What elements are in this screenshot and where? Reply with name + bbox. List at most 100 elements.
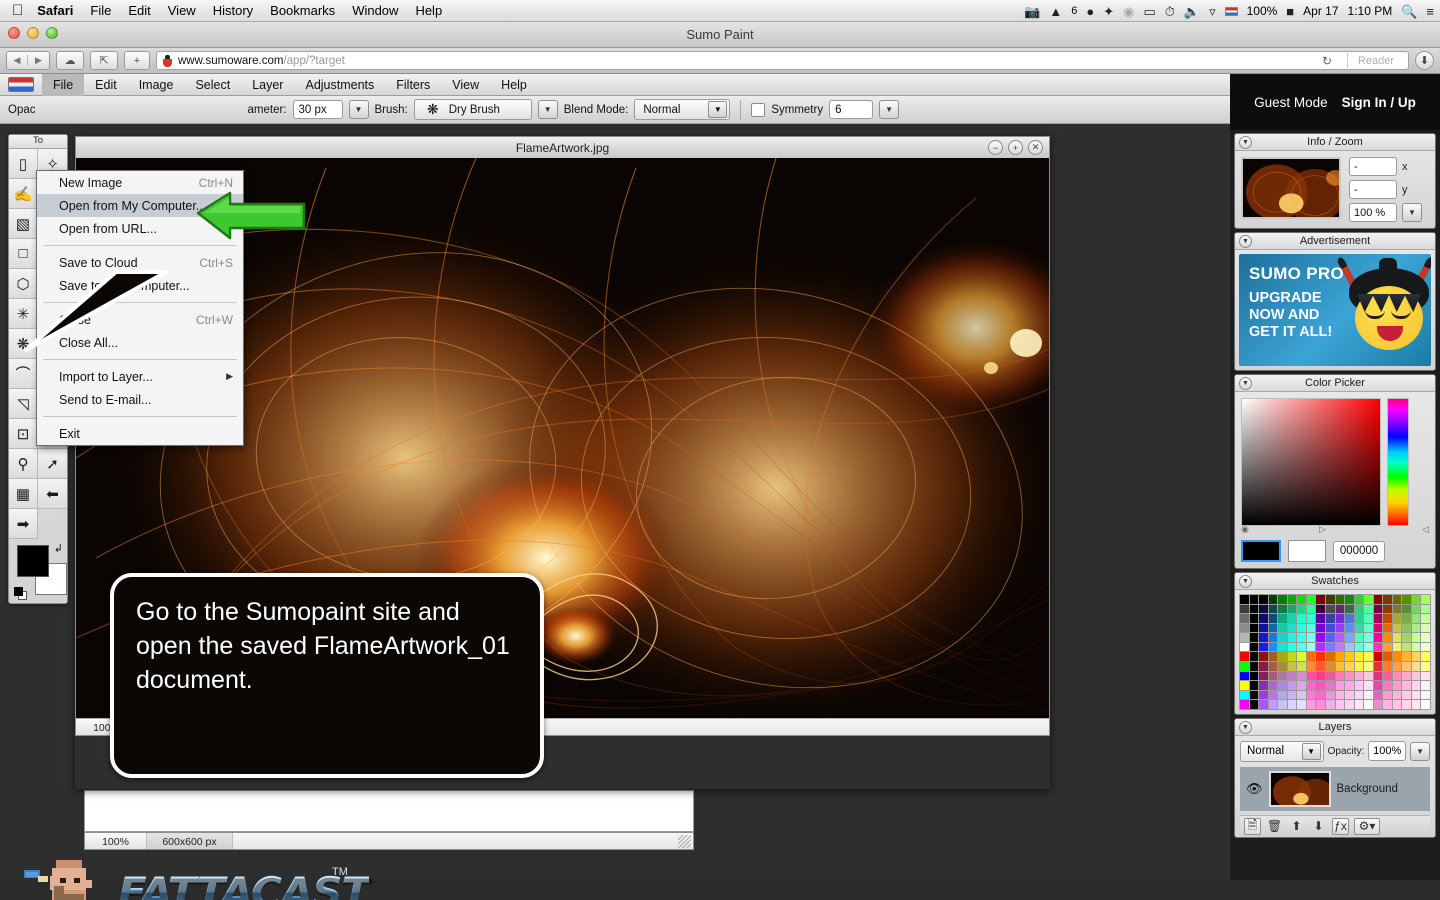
swatch-155[interactable] [1383,661,1392,671]
window-traffic-lights[interactable] [8,27,58,39]
swatch-146[interactable] [1297,661,1306,671]
swatch-173[interactable] [1364,671,1373,681]
swatch-199[interactable] [1421,681,1430,690]
swatch-207[interactable] [1306,690,1316,700]
swatch-60[interactable] [1240,623,1249,633]
swatch-42[interactable] [1259,614,1268,623]
forward-arrow-icon[interactable]: ▶ [28,55,49,66]
swatch-20[interactable] [1240,604,1249,614]
swatch-185[interactable] [1287,681,1297,690]
swatch-217[interactable] [1402,690,1411,700]
swatch-166[interactable] [1297,671,1306,681]
swatch-56[interactable] [1392,614,1402,623]
swatch-53[interactable] [1364,614,1373,623]
swatch-66[interactable] [1297,623,1306,633]
swatch-6[interactable] [1297,595,1306,604]
sumo-pro-ad-banner[interactable]: SUMO PRO UPGRADE NOW AND GET IT ALL! [1239,254,1431,366]
swatch-63[interactable] [1268,623,1278,633]
move-layer-up-icon[interactable]: ⬆ [1288,818,1305,835]
swatch-46[interactable] [1297,614,1306,623]
diameter-dropdown-icon[interactable]: ▼ [348,100,369,119]
swatch-55[interactable] [1383,614,1392,623]
swatch-101[interactable] [1249,642,1259,652]
swatch-145[interactable] [1287,661,1297,671]
swatch-158[interactable] [1411,661,1421,671]
swatch-16[interactable] [1392,595,1402,604]
zoom-level-input[interactable]: 100 % [1349,203,1397,222]
swatch-113[interactable] [1364,642,1373,652]
swatch-108[interactable] [1316,642,1325,652]
swatch-61[interactable] [1249,623,1259,633]
swatch-122[interactable] [1259,652,1268,661]
blend-mode-dropdown-icon[interactable]: ▼ [708,101,728,118]
document-title-bar[interactable]: FlameArtwork.jpg − + ✕ [75,136,1050,158]
swatch-175[interactable] [1383,671,1392,681]
symmetry-dropdown-icon[interactable]: ▼ [879,100,900,119]
swatch-205[interactable] [1287,690,1297,700]
menu-help[interactable]: Help [490,74,538,96]
swatch-144[interactable] [1278,661,1287,671]
swatch-132[interactable] [1354,652,1364,661]
swatch-220[interactable] [1240,700,1249,709]
download-icon[interactable]: ⬇ [1415,51,1434,70]
swatch-177[interactable] [1402,671,1411,681]
swatch-112[interactable] [1354,642,1364,652]
zoom-tool[interactable]: ⚲ [9,449,38,479]
second-zoom-level[interactable]: 100% [85,833,147,849]
redo-arrow-tool[interactable]: ➡ [9,509,38,539]
close-window-button[interactable] [8,27,20,39]
swatch-170[interactable] [1335,671,1345,681]
swatch-129[interactable] [1325,652,1335,661]
swatch-236[interactable] [1392,700,1402,709]
swatch-58[interactable] [1411,614,1421,623]
swatch-1[interactable] [1249,595,1259,604]
swatch-104[interactable] [1278,642,1287,652]
swatch-139[interactable] [1421,652,1430,661]
swatch-105[interactable] [1287,642,1297,652]
menu-item-exit[interactable]: Exit [37,422,243,445]
swatch-121[interactable] [1249,652,1259,661]
menu-item-import-to-layer[interactable]: Import to Layer... ▶ [37,365,243,388]
os-menu-history[interactable]: History [213,3,253,18]
menu-adjustments[interactable]: Adjustments [294,74,385,96]
swatch-93[interactable] [1364,633,1373,642]
swatch-50[interactable] [1335,614,1345,623]
move-layer-down-icon[interactable]: ⬇ [1310,818,1327,835]
swatch-188[interactable] [1316,681,1325,690]
swatch-234[interactable] [1373,700,1383,709]
swatch-45[interactable] [1287,614,1297,623]
swatch-211[interactable] [1345,690,1354,700]
swatch-21[interactable] [1249,604,1259,614]
swatch-76[interactable] [1392,623,1402,633]
swatch-103[interactable] [1268,642,1278,652]
menu-file[interactable]: File [42,73,85,96]
swatch-13[interactable] [1364,595,1373,604]
swatch-183[interactable] [1268,681,1278,690]
swatch-14[interactable] [1373,595,1383,604]
plus-icon[interactable]: + [124,51,150,70]
os-menu-safari[interactable]: Safari [37,3,73,18]
swatch-204[interactable] [1278,690,1287,700]
swatch-218[interactable] [1411,690,1421,700]
swatch-213[interactable] [1364,690,1373,700]
swatch-87[interactable] [1306,633,1316,642]
hue-slider[interactable] [1387,398,1409,526]
swatch-124[interactable] [1278,652,1287,661]
os-menu-file[interactable]: File [90,3,111,18]
swatch-189[interactable] [1325,681,1335,690]
menu-layer[interactable]: Layer [241,74,294,96]
swatch-77[interactable] [1402,623,1411,633]
swatch-98[interactable] [1411,633,1421,642]
swatch-235[interactable] [1383,700,1392,709]
search-icon[interactable]: 🔍 [1401,5,1417,18]
swatch-15[interactable] [1383,595,1392,604]
swatch-92[interactable] [1354,633,1364,642]
swatch-227[interactable] [1306,700,1316,709]
swatch-37[interactable] [1402,604,1411,614]
swatch-36[interactable] [1392,604,1402,614]
timemachine-icon[interactable]: ⏱ [1165,5,1175,18]
paint-bucket-tool[interactable]: ◹ [9,389,38,419]
swatch-184[interactable] [1278,681,1287,690]
swatch-81[interactable] [1249,633,1259,642]
swatch-115[interactable] [1383,642,1392,652]
